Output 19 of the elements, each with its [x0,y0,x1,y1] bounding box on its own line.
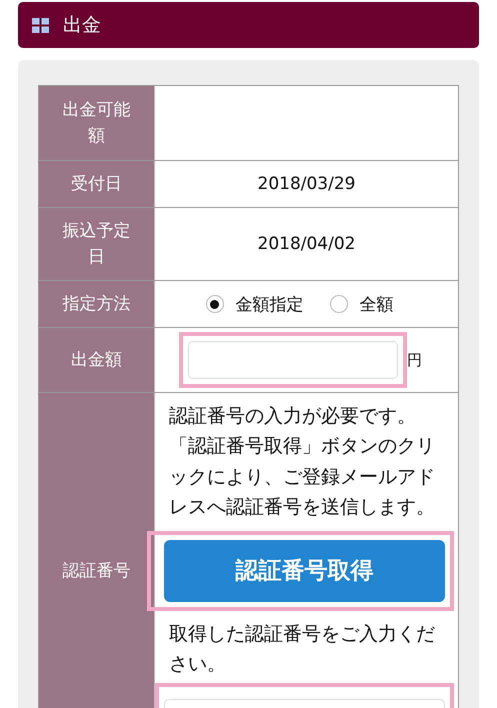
row-label: 認証番号 [39,393,155,708]
date-value: 2018/04/02 [258,234,356,254]
radio-button[interactable] [330,295,348,313]
radio-label: 全額 [360,294,394,316]
date-value: 2018/03/29 [258,174,356,194]
radio-label: 金額指定 [236,294,304,316]
row-label: 受付日 [39,161,155,207]
grid-icon [32,18,49,32]
row-label: 出金額 [39,328,155,392]
notice-text: 認証番号の入力が必要です。「認証番号取得」ボタンのクリックにより、ご登録メールアドレスへ認証番号を送信します。 [169,404,436,520]
row-label: 指定方法 [39,281,155,327]
get-code-button[interactable]: 認証番号取得 [164,540,445,602]
section-title: 出金 [63,13,101,38]
radio-button[interactable] [206,295,224,313]
unit-label: 円 [407,350,422,370]
instruction-text: 取得した認証番号をご入力ください。 [169,622,436,677]
row-label: 振込予定日 [39,208,155,280]
row-label: 出金可能額 [39,86,155,160]
amount-input[interactable] [188,341,398,379]
